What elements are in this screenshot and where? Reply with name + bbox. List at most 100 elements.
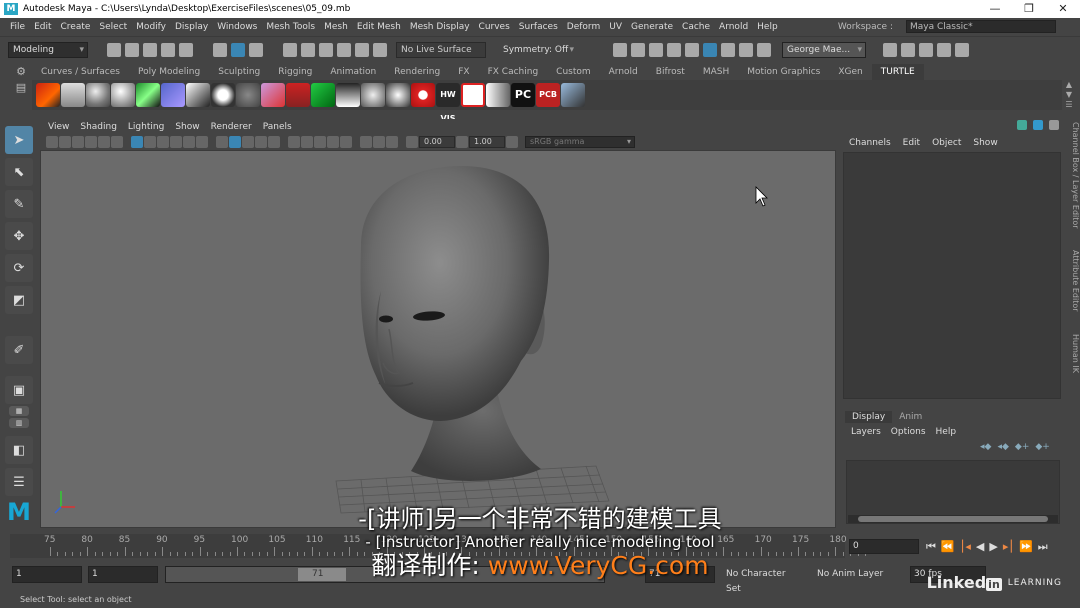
menu-mesh-tools[interactable]: Mesh Tools — [266, 22, 315, 32]
menu-file[interactable]: File — [10, 22, 25, 32]
open-scene-icon[interactable] — [125, 43, 139, 57]
snap-point-icon[interactable] — [319, 43, 333, 57]
move-layer-up-icon[interactable]: ◂◆ — [980, 442, 991, 456]
arnold-ipr-icon[interactable] — [721, 43, 735, 57]
attribute-editor-icon[interactable] — [919, 43, 933, 57]
turtle-bake-icon[interactable] — [61, 83, 85, 107]
menu-select[interactable]: Select — [99, 22, 127, 32]
shelf-tab-arnold[interactable]: Arnold — [600, 64, 647, 80]
snap-curve-icon[interactable] — [301, 43, 315, 57]
image-plane-icon[interactable] — [85, 136, 97, 148]
menu-mesh-display[interactable]: Mesh Display — [410, 22, 470, 32]
magnify-icon[interactable] — [561, 83, 585, 107]
shadows-icon[interactable] — [288, 136, 300, 148]
vp-menu-shading[interactable]: Shading — [80, 122, 117, 132]
side-tab-human-ik[interactable]: Human IK — [1064, 334, 1080, 373]
smooth-shade-icon[interactable] — [229, 136, 241, 148]
shelf-tab-rendering[interactable]: Rendering — [385, 64, 449, 80]
cow-icon[interactable] — [336, 83, 360, 107]
vp-menu-view[interactable]: View — [48, 122, 69, 132]
light-spheres-icon[interactable] — [211, 83, 235, 107]
menu-display[interactable]: Display — [175, 22, 208, 32]
green-diamond-icon[interactable] — [311, 83, 335, 107]
menu-surfaces[interactable]: Surfaces — [519, 22, 558, 32]
wireframe-icon[interactable] — [216, 136, 228, 148]
close-icon[interactable]: ✕ — [1046, 0, 1080, 18]
snap-surface-icon[interactable] — [337, 43, 351, 57]
menuset-dropdown[interactable]: Modeling — [8, 42, 88, 58]
render-settings-icon[interactable] — [667, 43, 681, 57]
vp-menu-show[interactable]: Show — [175, 122, 199, 132]
xray-icon[interactable] — [373, 136, 385, 148]
textured-icon[interactable] — [255, 136, 267, 148]
redo-icon[interactable] — [179, 43, 193, 57]
grid-toggle-icon[interactable] — [131, 136, 143, 148]
save-scene-icon[interactable] — [143, 43, 157, 57]
menu-deform[interactable]: Deform — [567, 22, 600, 32]
bars-icon[interactable] — [486, 83, 510, 107]
bookmark-icon[interactable] — [72, 136, 84, 148]
no-vis-icon[interactable] — [461, 83, 485, 107]
single-view-icon[interactable]: ▣ — [5, 376, 33, 404]
modeling-toolkit-icon[interactable] — [883, 43, 897, 57]
layer-menu-options[interactable]: Options — [891, 427, 926, 437]
vp-menu-renderer[interactable]: Renderer — [211, 122, 252, 132]
menu-mesh[interactable]: Mesh — [324, 22, 348, 32]
xray-joints-icon[interactable] — [386, 136, 398, 148]
cb-menu-channels[interactable]: Channels — [849, 138, 891, 148]
sphere-shader-icon[interactable] — [86, 83, 110, 107]
vp-menu-lighting[interactable]: Lighting — [128, 122, 164, 132]
shelf-tab-xgen[interactable]: XGen — [829, 64, 871, 80]
shelf-tab-motion-graphics[interactable]: Motion Graphics — [738, 64, 829, 80]
red-target-icon[interactable] — [411, 83, 435, 107]
shelf-menu-icon[interactable]: ▤ — [10, 80, 32, 96]
camera-select-icon[interactable] — [59, 136, 71, 148]
isolate-select-icon[interactable] — [360, 136, 372, 148]
snap-live-icon[interactable] — [373, 43, 387, 57]
shelf-tab-sculpting[interactable]: Sculpting — [209, 64, 269, 80]
grid-cube-icon[interactable] — [161, 83, 185, 107]
persp-graph-icon[interactable]: ◧ — [5, 436, 33, 464]
render-view-icon[interactable] — [613, 43, 627, 57]
wireframe-on-shaded-icon[interactable] — [242, 136, 254, 148]
cb-channels-icon[interactable] — [1017, 120, 1027, 130]
ambient-occlusion-icon[interactable] — [301, 136, 313, 148]
snap-vertex-icon[interactable] — [355, 43, 369, 57]
shelf-tab-poly-modeling[interactable]: Poly Modeling — [129, 64, 209, 80]
color-management-icon[interactable] — [506, 136, 518, 148]
field-chart-icon[interactable] — [183, 136, 195, 148]
cb-layers-icon[interactable] — [1033, 120, 1043, 130]
select-object-icon[interactable] — [231, 43, 245, 57]
menu-cache[interactable]: Cache — [682, 22, 710, 32]
select-hierarchy-icon[interactable] — [213, 43, 227, 57]
layer-menu-help[interactable]: Help — [936, 427, 957, 437]
four-view-icon[interactable]: ▦ — [9, 406, 29, 416]
menu-modify[interactable]: Modify — [136, 22, 166, 32]
exposure-icon[interactable] — [406, 136, 418, 148]
workspace-dropdown[interactable]: Maya Classic* — [906, 20, 1056, 33]
pc-icon[interactable]: PC — [511, 83, 535, 107]
menu-uv[interactable]: UV — [609, 22, 622, 32]
exposure-field[interactable]: 0.00 — [419, 136, 455, 148]
minimize-icon[interactable]: — — [978, 0, 1012, 18]
restore-icon[interactable]: ❐ — [1012, 0, 1046, 18]
head-icon[interactable] — [361, 83, 385, 107]
channel-box-icon[interactable] — [955, 43, 969, 57]
ao-sphere-icon[interactable] — [111, 83, 135, 107]
shelf-settings-icon[interactable]: ⚙ — [10, 64, 32, 80]
menu-help[interactable]: Help — [757, 22, 778, 32]
anti-aliasing-icon[interactable] — [327, 136, 339, 148]
layer-tab-anim[interactable]: Anim — [892, 411, 929, 423]
portal-icon[interactable] — [261, 83, 285, 107]
cb-menu-edit[interactable]: Edit — [903, 138, 920, 148]
move-layer-down-icon[interactable]: ◂◆ — [997, 442, 1008, 456]
head-model[interactable] — [360, 166, 550, 481]
paint-select-icon[interactable]: ✎ — [5, 190, 33, 218]
tool-settings-icon[interactable] — [937, 43, 951, 57]
scale-tool-icon[interactable]: ◩ — [5, 286, 33, 314]
gamma-icon[interactable] — [456, 136, 468, 148]
side-tab-attribute-editor[interactable]: Attribute Editor — [1064, 250, 1080, 312]
menu-windows[interactable]: Windows — [217, 22, 257, 32]
perspective-viewport[interactable] — [40, 150, 836, 528]
layer-menu-layers[interactable]: Layers — [851, 427, 881, 437]
